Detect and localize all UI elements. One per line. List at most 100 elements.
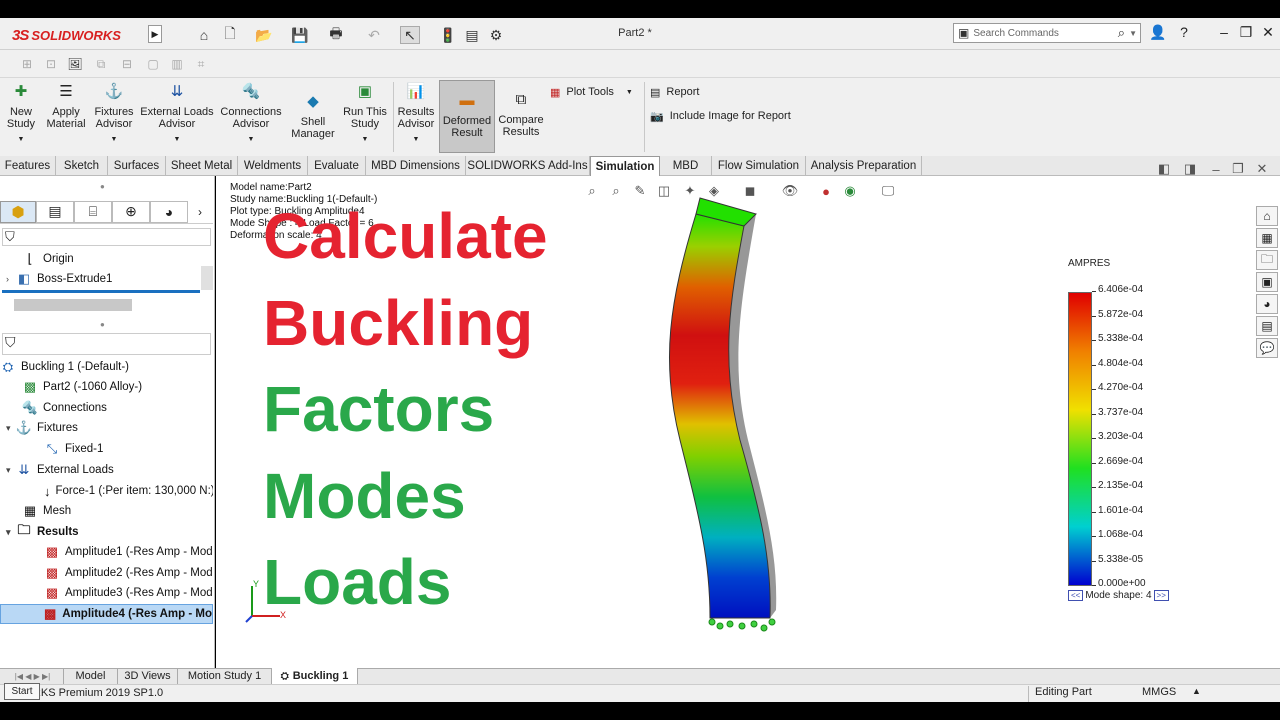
- chevron-down-icon[interactable]: ▼: [174, 134, 181, 146]
- tab-flow-simulation[interactable]: Flow Simulation: [712, 156, 806, 176]
- vertical-scrollbar[interactable]: [201, 266, 213, 290]
- panel-grip-icon[interactable]: ●: [100, 320, 105, 329]
- feature-tree-tab-icon[interactable]: ⬢: [0, 200, 36, 223]
- tool-icon-5[interactable]: ⊟: [118, 55, 136, 73]
- filter-icon[interactable]: ⛉: [2, 228, 211, 246]
- prev-mode-button[interactable]: <<: [1068, 590, 1084, 601]
- property-manager-tab-icon[interactable]: ▤: [36, 200, 74, 223]
- plot-tools-button[interactable]: ▦ Plot Tools ▼: [550, 84, 642, 100]
- dimxpert-tab-icon[interactable]: ⊕: [112, 200, 150, 223]
- panel-right-icon[interactable]: ◨: [1180, 160, 1200, 178]
- solidworks-logo[interactable]: 3S SOLIDWORKS: [12, 24, 140, 46]
- print-icon[interactable]: 🖶: [326, 25, 346, 44]
- tree-item-part[interactable]: ▩ Part2 (-1060 Alloy-): [0, 377, 213, 397]
- search-commands-input[interactable]: ▣ Search Commands ⌕ ▼: [953, 23, 1141, 43]
- restore-icon[interactable]: ❐: [1228, 160, 1248, 178]
- help-button[interactable]: ?: [1172, 22, 1196, 42]
- configuration-tab-icon[interactable]: ⌸: [74, 200, 112, 223]
- chevron-up-icon[interactable]: ▲: [1192, 686, 1201, 696]
- traffic-light-icon[interactable]: 🚦: [438, 26, 458, 44]
- collapse-arrow-icon[interactable]: ▾: [6, 423, 16, 434]
- zoom-area-icon[interactable]: ⌕: [606, 182, 626, 200]
- forum-icon[interactable]: 💬: [1256, 338, 1278, 358]
- tab-mbd[interactable]: MBD: [660, 156, 712, 176]
- collapse-arrow-icon[interactable]: ▾: [6, 465, 16, 476]
- tree-item-force-1[interactable]: ↓ Force-1 (:Per item: 130,000 N:): [0, 481, 213, 501]
- tab-simulation[interactable]: Simulation: [590, 156, 660, 176]
- close-icon[interactable]: ✕: [1256, 22, 1280, 42]
- tab-weldments[interactable]: Weldments: [238, 156, 308, 176]
- search-icon[interactable]: ⌕: [1118, 25, 1125, 41]
- tree-item-origin[interactable]: ⌊ Origin: [0, 249, 213, 269]
- chevron-down-icon[interactable]: ▼: [1129, 29, 1140, 38]
- compare-results-button[interactable]: ⧉ Compare Results: [498, 90, 544, 160]
- start-button[interactable]: Start: [4, 683, 40, 700]
- tab-features[interactable]: Features: [0, 156, 56, 176]
- tree-item-connections[interactable]: 🔩 Connections: [0, 398, 213, 418]
- tool-icon-7[interactable]: ▥: [168, 55, 186, 73]
- tab-evaluate[interactable]: Evaluate: [308, 156, 366, 176]
- include-image-button[interactable]: 📷 Include Image for Report: [650, 108, 810, 124]
- deformed-result-button[interactable]: ▬ Deformed Result: [439, 80, 495, 153]
- user-icon[interactable]: 👤: [1146, 22, 1170, 42]
- panel-grip-icon[interactable]: ●: [100, 182, 105, 191]
- file-explorer-icon[interactable]: 🗀: [1256, 250, 1278, 270]
- appearances-icon[interactable]: ◕: [1256, 294, 1278, 314]
- next-mode-button[interactable]: >>: [1153, 590, 1169, 601]
- design-library-icon[interactable]: ▦: [1256, 228, 1278, 248]
- new-study-button[interactable]: ✚ New Study ▼: [4, 82, 38, 152]
- tab-analysis-preparation[interactable]: Analysis Preparation: [806, 156, 922, 176]
- horizontal-scrollbar[interactable]: [14, 299, 132, 311]
- tab-mbd-dimensions[interactable]: MBD Dimensions: [366, 156, 466, 176]
- file-properties-icon[interactable]: ▤: [462, 26, 482, 44]
- expand-menu-arrow-icon[interactable]: ▶: [148, 25, 162, 43]
- results-advisor-button[interactable]: 📊 Results Advisor ▼: [396, 82, 436, 152]
- tab-navigation-arrows-icon[interactable]: |◀ ◀ ▶ ▶|: [2, 668, 64, 684]
- chevron-down-icon[interactable]: ▼: [248, 134, 255, 146]
- minimize-icon[interactable]: –: [1206, 160, 1226, 178]
- tree-item-amplitude4[interactable]: ▩ Amplitude4 (-Res Amp - Mo: [0, 604, 213, 624]
- tab-model[interactable]: Model: [64, 668, 118, 684]
- home-icon[interactable]: ⌂: [194, 26, 214, 44]
- shell-manager-button[interactable]: ◆ Shell Manager: [288, 92, 338, 162]
- zoom-to-fit-icon[interactable]: ⌕: [582, 182, 602, 200]
- custom-properties-icon[interactable]: ▤: [1256, 316, 1278, 336]
- tree-item-fixtures[interactable]: ▾ ⚓ Fixtures: [0, 418, 213, 438]
- panel-left-icon[interactable]: ◧: [1154, 160, 1174, 178]
- restore-icon[interactable]: ❐: [1234, 22, 1258, 42]
- chevron-down-icon[interactable]: ▼: [362, 134, 369, 146]
- collapse-arrow-icon[interactable]: ▾: [6, 527, 16, 538]
- new-document-icon[interactable]: 🗋: [220, 25, 240, 44]
- tool-icon-4[interactable]: ⧉: [92, 55, 110, 73]
- previous-view-icon[interactable]: ✎: [630, 182, 650, 200]
- view-settings-icon[interactable]: 🖵: [878, 182, 898, 200]
- tool-icon-8[interactable]: ⌗: [192, 55, 210, 73]
- fixtures-advisor-button[interactable]: ⚓ Fixtures Advisor ▼: [92, 82, 136, 152]
- tool-icon-1[interactable]: ⊞: [18, 55, 36, 73]
- tab-solidworks-add-ins[interactable]: SOLIDWORKS Add-Ins: [466, 156, 590, 176]
- tree-item-amplitude1[interactable]: ▩ Amplitude1 (-Res Amp - Mod: [0, 542, 213, 562]
- tab-sketch[interactable]: Sketch: [56, 156, 108, 176]
- options-gear-icon[interactable]: ⚙: [486, 26, 506, 44]
- tree-item-boss-extrude[interactable]: › ◧ Boss-Extrude1: [0, 269, 213, 289]
- expand-arrow-icon[interactable]: ›: [6, 274, 16, 284]
- connections-advisor-button[interactable]: 🔩 Connections Advisor ▼: [218, 82, 284, 152]
- tree-item-fixed-1[interactable]: ⤡ Fixed-1: [0, 439, 213, 459]
- undo-icon[interactable]: ↶: [364, 26, 384, 44]
- external-loads-advisor-button[interactable]: ⇊ External Loads Advisor ▼: [140, 82, 214, 152]
- tab-motion-study-1[interactable]: Motion Study 1: [178, 668, 272, 684]
- open-folder-icon[interactable]: 📂: [254, 26, 274, 44]
- chevron-down-icon[interactable]: ▼: [626, 89, 633, 96]
- tool-icon-6[interactable]: ▢: [144, 55, 162, 73]
- select-cursor-icon[interactable]: ↖: [400, 26, 420, 44]
- chevron-down-icon[interactable]: ▼: [413, 134, 420, 146]
- scenes-icon[interactable]: ◉: [840, 182, 860, 200]
- tab-surfaces[interactable]: Surfaces: [108, 156, 166, 176]
- sim-filter-icon[interactable]: ⛉: [2, 333, 211, 355]
- tab-buckling-1[interactable]: ⛭ Buckling 1: [272, 668, 358, 684]
- display-manager-tab-icon[interactable]: ◕: [150, 200, 188, 223]
- tool-icon-3[interactable]: 🖼: [66, 55, 84, 73]
- home-view-icon[interactable]: ⌂: [1256, 206, 1278, 226]
- edit-appearance-icon[interactable]: ●: [816, 182, 836, 200]
- minimize-icon[interactable]: –: [1212, 22, 1236, 42]
